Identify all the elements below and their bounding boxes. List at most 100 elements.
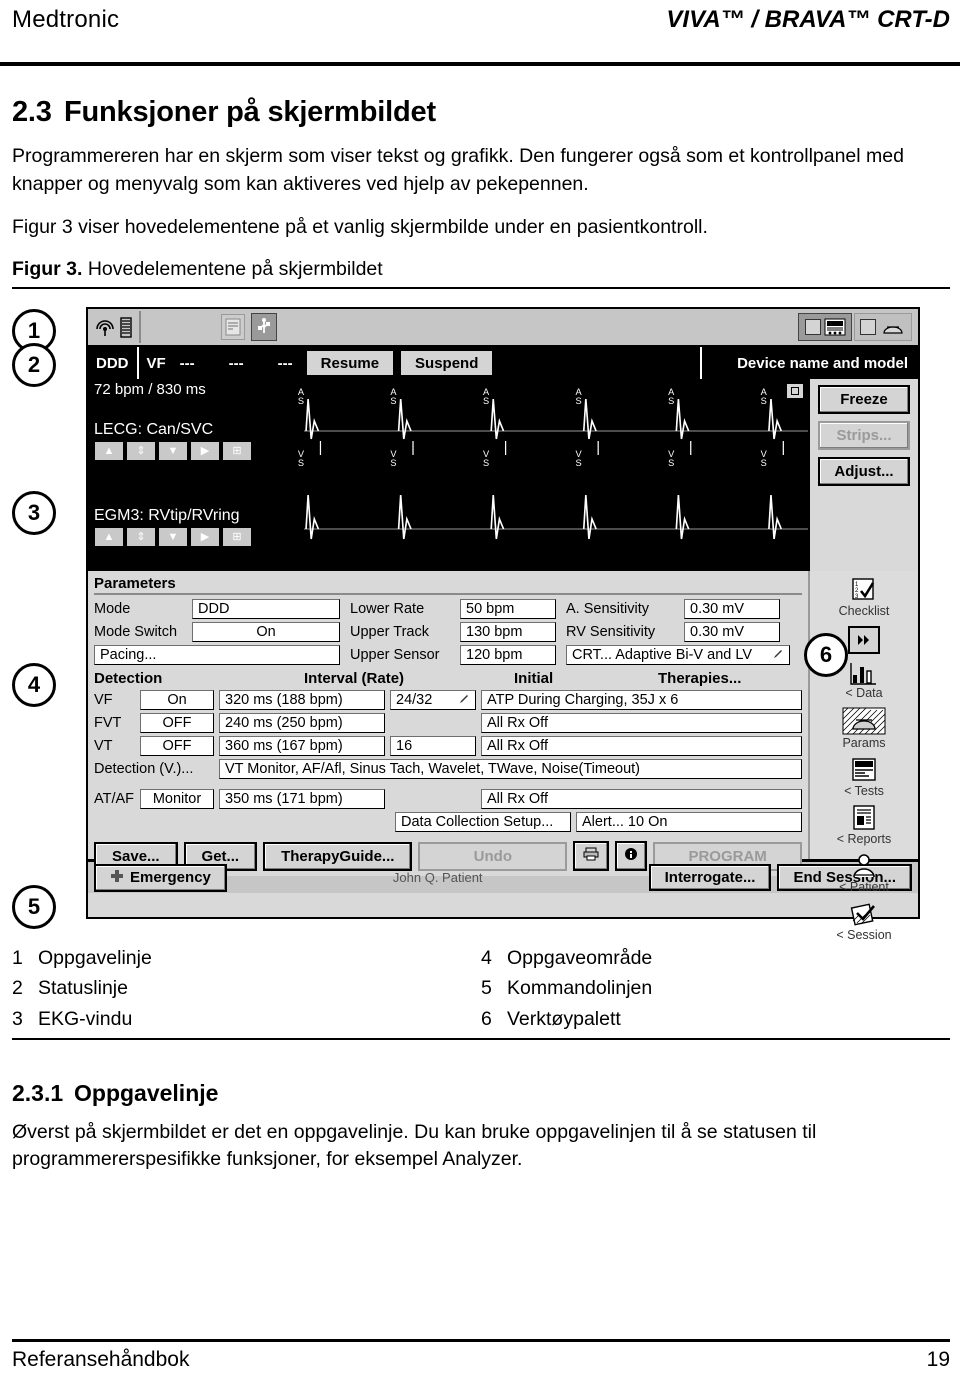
detection-row-fvt-therapy[interactable]: All Rx Off: [481, 713, 802, 734]
play-arrow-icon[interactable]: ▶: [190, 441, 220, 462]
palette-label-checklist: Checklist: [838, 604, 890, 619]
detection-headers: Detection Interval (Rate) Initial Therap…: [94, 670, 802, 687]
ataf-interval[interactable]: 350 ms (171 bpm): [219, 789, 385, 810]
detection-row-vt-therapy[interactable]: All Rx Off: [481, 736, 802, 757]
detection-header-2: Initial: [514, 670, 554, 688]
task-bar-telemetry-group: [88, 311, 141, 344]
param-value-rv-sensitivity[interactable]: 0.30 mV: [684, 622, 780, 643]
crt-button[interactable]: CRT... Adaptive Bi-V and LV: [566, 645, 790, 666]
svg-text:S: S: [761, 458, 767, 468]
svg-text:S: S: [761, 396, 767, 406]
palette-label-tests: < Tests: [844, 784, 884, 799]
svg-text:S: S: [298, 458, 304, 468]
table-row: VT OFF 360 ms (167 bpm) 16 All Rx Off: [94, 736, 802, 757]
reports-icon: [853, 805, 875, 830]
palette-item-data[interactable]: < Data: [845, 661, 883, 700]
printer-icon[interactable]: [573, 841, 610, 872]
palette-item-session[interactable]: < Session: [836, 901, 892, 942]
figure-label: Figur 3.: [12, 258, 83, 281]
ataf-state[interactable]: Monitor: [140, 789, 214, 810]
autoscale-icon-2[interactable]: ⇕: [126, 527, 156, 548]
strips-button[interactable]: Strips...: [818, 421, 910, 451]
battery-icon[interactable]: [119, 315, 133, 340]
resume-button[interactable]: Resume: [304, 349, 396, 378]
therapyguide-button[interactable]: TherapyGuide...: [263, 841, 413, 871]
palette-item-reports[interactable]: < Reports: [837, 805, 891, 846]
table-row: Pacing... Upper Sensor 120 bpm CRT... Ad…: [94, 645, 802, 666]
param-label-upper-track: Upper Track: [350, 624, 429, 641]
up-arrow-icon[interactable]: ▲: [94, 441, 124, 462]
tool-palette: 1 2 3 Checklist < Data Params < Tests < …: [808, 571, 918, 942]
ataf-label: AT/AF: [94, 791, 135, 808]
param-value-a-sensitivity[interactable]: 0.30 mV: [684, 599, 780, 620]
param-value-mode-switch[interactable]: On: [192, 622, 340, 643]
status-bar: DDD VF --- --- --- Resume Suspend Device…: [88, 347, 918, 380]
layout-icon-2[interactable]: ⊞: [222, 527, 252, 548]
ecg-traces[interactable]: 72 bpm / 830 ms AS AS AS A S A S A S V S…: [88, 379, 808, 572]
freeze-button[interactable]: Freeze: [818, 385, 910, 415]
palette-item-checklist[interactable]: 1 2 3 Checklist: [838, 577, 890, 655]
detection-row-vt-initial[interactable]: 16: [390, 736, 476, 757]
emergency-button[interactable]: Emergency: [94, 863, 227, 892]
info-icon[interactable]: [615, 841, 648, 872]
pacing-button[interactable]: Pacing...: [94, 645, 340, 666]
adjust-button[interactable]: Adjust...: [818, 457, 910, 487]
down-arrow-icon-2[interactable]: ▼: [158, 527, 188, 548]
callout-3: 3: [12, 491, 56, 536]
status-dash-3: ---: [277, 354, 293, 372]
param-value-mode[interactable]: DDD: [192, 599, 340, 620]
report-icon[interactable]: [221, 314, 245, 341]
status-dashes: --- --- ---: [166, 355, 293, 372]
palette-item-patient[interactable]: < Patient: [839, 853, 889, 894]
palette-item-params[interactable]: Params: [842, 707, 886, 750]
param-value-lower-rate[interactable]: 50 bpm: [460, 599, 556, 620]
up-arrow-icon-2[interactable]: ▲: [94, 527, 124, 548]
param-label-rv-sensitivity: RV Sensitivity: [566, 624, 656, 641]
down-arrow-icon[interactable]: ▼: [158, 441, 188, 462]
list-item: 4 Oppgaveområde: [481, 943, 950, 973]
param-value-upper-sensor[interactable]: 120 bpm: [460, 645, 556, 666]
task-bar-right-icons: [798, 313, 918, 342]
device-can-icon[interactable]: [854, 313, 912, 342]
alert-button[interactable]: Alert... 10 On: [576, 812, 802, 833]
param-value-upper-track[interactable]: 130 bpm: [460, 622, 556, 643]
table-row: Data Collection Setup... Alert... 10 On: [94, 812, 802, 833]
palette-item-tests[interactable]: < Tests: [844, 757, 884, 798]
detection-row-vf-state[interactable]: On: [140, 690, 214, 711]
telemetry-antenna-icon[interactable]: [94, 315, 116, 340]
detection-row-vf-therapy[interactable]: ATP During Charging, 35J x 6: [481, 690, 802, 711]
figure-caption: Figur 3. Hovedelementene på skjermbildet: [12, 258, 950, 281]
table-row: Mode Switch On Upper Track 130 bpm RV Se…: [94, 622, 802, 643]
legend-number-5: 5: [481, 977, 492, 1000]
footer-divider: [12, 1339, 950, 1342]
interrogate-button[interactable]: Interrogate...: [648, 864, 772, 892]
ataf-therapy[interactable]: All Rx Off: [481, 789, 802, 810]
detection-row-vt-interval[interactable]: 360 ms (167 bpm): [219, 736, 385, 757]
status-spacer: [494, 347, 703, 380]
section-paragraph-1: Programmereren har en skjerm som viser t…: [12, 145, 904, 195]
page-number: 19: [926, 1348, 950, 1371]
device-monitor-icon[interactable]: [798, 313, 852, 342]
status-dash-1: ---: [179, 354, 195, 372]
suspend-button[interactable]: Suspend: [399, 349, 495, 378]
detection-row-vt-state[interactable]: OFF: [140, 736, 214, 757]
palette-label-patient: < Patient: [839, 880, 889, 895]
detection-row-vf-initial[interactable]: 24/32: [390, 690, 476, 711]
work-area-row: Parameters Mode DDD Lower Rate 50 bpm A.…: [88, 571, 918, 942]
layout-icon[interactable]: ⊞: [222, 441, 252, 462]
detection-row-fvt-interval[interactable]: 240 ms (250 bpm): [219, 713, 385, 734]
usb-icon[interactable]: [251, 313, 277, 342]
palette-forward-arrow-icon[interactable]: [848, 626, 880, 655]
data-collection-setup-button[interactable]: Data Collection Setup...: [395, 812, 571, 833]
detection-row-vf-label: VF: [94, 692, 113, 709]
figure-caption-text: Hovedelementene på skjermbildet: [87, 258, 383, 281]
ecg-expand-button[interactable]: [786, 383, 804, 400]
undo-button[interactable]: Undo: [418, 841, 568, 871]
detection-row-fvt-state[interactable]: OFF: [140, 713, 214, 734]
legend-text-5: Kommandolinjen: [507, 977, 653, 1000]
detection-v-value[interactable]: VT Monitor, AF/Afl, Sinus Tach, Wavelet,…: [219, 759, 802, 780]
detection-row-vf-interval[interactable]: 320 ms (188 bpm): [219, 690, 385, 711]
autoscale-icon[interactable]: ⇕: [126, 441, 156, 462]
footer-document-title: Referansehåndbok: [12, 1348, 190, 1371]
play-arrow-icon-2[interactable]: ▶: [190, 527, 220, 548]
